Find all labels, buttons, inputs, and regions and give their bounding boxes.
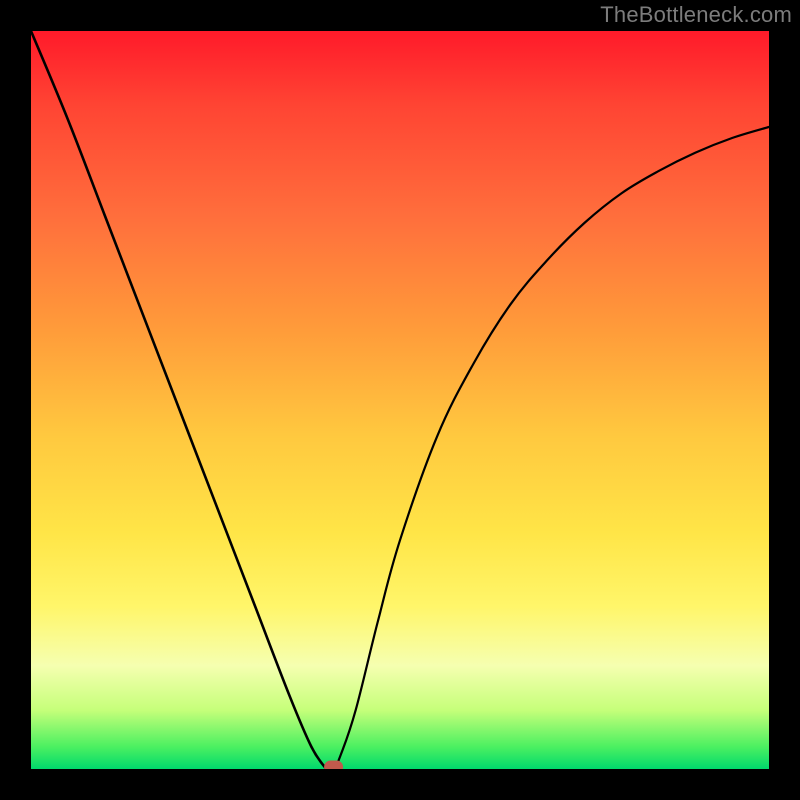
watermark-text: TheBottleneck.com [600, 2, 792, 28]
curve-svg [31, 31, 769, 769]
chart-frame: TheBottleneck.com [0, 0, 800, 800]
bottleneck-curve-left [31, 31, 326, 769]
bottleneck-curve-right [326, 127, 769, 769]
plot-area [31, 31, 769, 769]
optimal-point-marker [325, 761, 343, 769]
